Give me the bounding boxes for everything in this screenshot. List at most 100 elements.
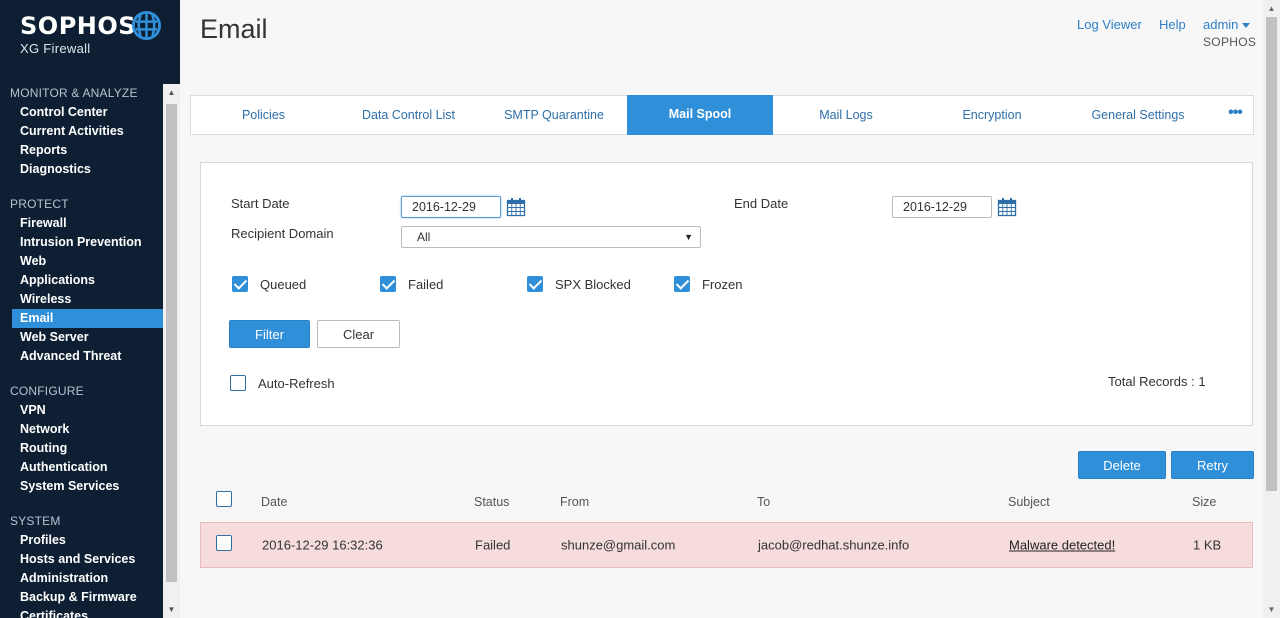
nav-section-monitor: MONITOR & ANALYZE <box>10 86 138 100</box>
sidebar-scroll-down-icon[interactable]: ▼ <box>163 601 180 618</box>
tab-policies[interactable]: Policies <box>191 96 336 134</box>
start-date-input[interactable] <box>401 196 501 218</box>
checkbox-checked-icon <box>527 276 543 292</box>
sidebar-item-email[interactable]: Email <box>12 309 163 328</box>
column-header-subject: Subject <box>1008 495 1050 509</box>
calendar-icon[interactable] <box>997 197 1017 217</box>
sidebar-item-network[interactable]: Network <box>0 420 163 439</box>
tab-general-settings[interactable]: General Settings <box>1065 96 1211 134</box>
sidebar-item-applications[interactable]: Applications <box>0 271 163 290</box>
sidebar-item-system-services[interactable]: System Services <box>0 477 163 496</box>
checkbox-checked-icon <box>380 276 396 292</box>
tab-encryption[interactable]: Encryption <box>919 96 1065 134</box>
checkbox-checked-icon <box>674 276 690 292</box>
failed-checkbox[interactable]: Failed <box>380 275 443 293</box>
row-date: 2016-12-29 16:32:36 <box>262 537 383 553</box>
column-header-size: Size <box>1192 495 1217 509</box>
sidebar-item-web-server[interactable]: Web Server <box>0 328 163 347</box>
tab-smtp-quarantine[interactable]: SMTP Quarantine <box>481 96 627 134</box>
auto-refresh-label: Auto-Refresh <box>258 375 335 391</box>
sidebar-item-backup-firmware[interactable]: Backup & Firmware <box>0 588 163 607</box>
tab-data-control-list[interactable]: Data Control List <box>336 96 481 134</box>
page-scrollbar-thumb[interactable] <box>1266 17 1277 491</box>
column-header-to: To <box>757 495 771 509</box>
frozen-checkbox[interactable]: Frozen <box>674 275 742 293</box>
sidebar-item-administration[interactable]: Administration <box>0 569 163 588</box>
spx-blocked-label: SPX Blocked <box>555 276 631 292</box>
auto-refresh-checkbox[interactable]: Auto-Refresh <box>230 374 335 392</box>
sidebar-item-advanced-threat[interactable]: Advanced Threat <box>0 347 163 366</box>
row-from: shunze@gmail.com <box>561 537 676 553</box>
org-name: SOPHOS <box>1203 35 1257 49</box>
nav-gap <box>0 496 163 512</box>
delete-button[interactable]: Delete <box>1078 451 1166 479</box>
brand: SOPHOS XG Firewall <box>0 0 180 72</box>
sidebar-item-control-center[interactable]: Control Center <box>0 103 163 122</box>
filter-button[interactable]: Filter <box>229 320 310 348</box>
sidebar-item-authentication[interactable]: Authentication <box>0 458 163 477</box>
sidebar-item-diagnostics[interactable]: Diagnostics <box>0 160 163 179</box>
end-date-input[interactable] <box>892 196 992 218</box>
sidebar-item-reports[interactable]: Reports <box>0 141 163 160</box>
user-menu[interactable]: admin <box>1203 17 1251 32</box>
row-checkbox[interactable] <box>216 535 232 551</box>
more-tabs-icon[interactable]: ••• <box>1223 96 1247 134</box>
queued-checkbox[interactable]: Queued <box>232 275 306 293</box>
clear-button[interactable]: Clear <box>317 320 400 348</box>
sidebar-item-intrusion-prevention[interactable]: Intrusion Prevention <box>0 233 163 252</box>
log-viewer-link[interactable]: Log Viewer <box>1077 17 1142 32</box>
spx-blocked-checkbox[interactable]: SPX Blocked <box>527 275 631 293</box>
nav-section-system: SYSTEM <box>10 514 61 528</box>
queued-label: Queued <box>260 276 307 292</box>
row-to: jacob@redhat.shunze.info <box>758 537 910 553</box>
tab-bar: Policies Data Control List SMTP Quaranti… <box>190 95 1254 135</box>
sidebar-item-profiles[interactable]: Profiles <box>0 531 163 550</box>
recipient-domain-select[interactable]: All ▼ <box>401 226 701 248</box>
user-name: admin <box>1203 17 1239 32</box>
start-date-label: Start Date <box>231 196 290 211</box>
tab-mail-logs[interactable]: Mail Logs <box>773 96 919 134</box>
nav-section-configure: CONFIGURE <box>10 384 84 398</box>
product-name: XG Firewall <box>20 41 91 56</box>
page-scroll-down-icon[interactable]: ▼ <box>1263 601 1280 618</box>
page-title: Email <box>200 14 268 44</box>
row-subject-link[interactable]: Malware detected! <box>1009 538 1115 553</box>
column-header-from: From <box>560 495 590 509</box>
nav-gap <box>0 179 163 195</box>
end-date-label: End Date <box>734 196 789 211</box>
column-header-date: Date <box>261 495 288 509</box>
sophos-globe-icon <box>131 10 162 41</box>
nav-section-protect: PROTECT <box>10 197 69 211</box>
chevron-down-icon: ▼ <box>684 232 693 242</box>
sidebar-item-current-activities[interactable]: Current Activities <box>0 122 163 141</box>
sidebar-item-firewall[interactable]: Firewall <box>0 214 163 233</box>
sidebar: SOPHOS XG Firewall MONITOR & ANALYZE Con… <box>0 0 180 618</box>
sidebar-item-routing[interactable]: Routing <box>0 439 163 458</box>
recipient-domain-value: All <box>417 230 431 244</box>
help-link[interactable]: Help <box>1159 17 1186 32</box>
row-size: 1 KB <box>1193 537 1222 553</box>
sidebar-item-certificates[interactable]: Certificates <box>0 607 163 618</box>
sidebar-item-hosts-and-services[interactable]: Hosts and Services <box>0 550 163 569</box>
page-scroll-up-icon[interactable]: ▲ <box>1263 0 1280 17</box>
checkbox-unchecked-icon <box>230 375 246 391</box>
tab-mail-spool[interactable]: Mail Spool <box>627 95 773 135</box>
calendar-icon[interactable] <box>506 197 526 217</box>
sidebar-item-web[interactable]: Web <box>0 252 163 271</box>
sidebar-scroll-up-icon[interactable]: ▲ <box>163 84 180 101</box>
sidebar-item-wireless[interactable]: Wireless <box>0 290 163 309</box>
total-records: Total Records : 1 <box>1108 374 1206 389</box>
retry-button[interactable]: Retry <box>1171 451 1254 479</box>
chevron-down-icon <box>1242 23 1251 29</box>
recipient-domain-label: Recipient Domain <box>231 226 334 241</box>
sidebar-nav: MONITOR & ANALYZE Control Center Current… <box>0 84 163 618</box>
frozen-label: Frozen <box>702 276 743 292</box>
sidebar-scrollbar-thumb[interactable] <box>166 104 177 582</box>
nav-gap <box>0 366 163 382</box>
column-header-status: Status <box>474 495 510 509</box>
row-status: Failed <box>475 537 511 553</box>
filter-panel: Start Date End Date Recipient Domain All… <box>200 162 1253 426</box>
sidebar-item-vpn[interactable]: VPN <box>0 401 163 420</box>
select-all-checkbox[interactable] <box>216 491 232 507</box>
checkbox-checked-icon <box>232 276 248 292</box>
